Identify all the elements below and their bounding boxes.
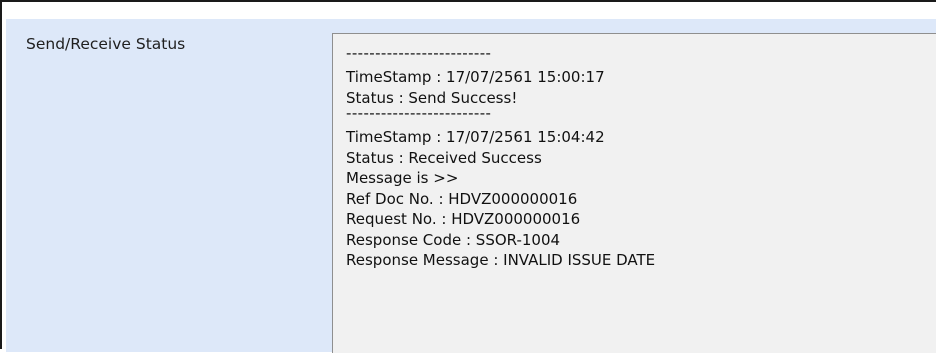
send-receive-status-label: Send/Receive Status [26, 35, 186, 53]
log-response-message: Response Message : INVALID ISSUE DATE [346, 251, 656, 269]
log-ref-doc-no: Ref Doc No. : HDVZ000000016 [346, 189, 578, 208]
log-separator: ------------------------- [346, 104, 492, 122]
status-panel: Send/Receive Status --------------------… [6, 18, 936, 353]
log-request-no: Request No. : HDVZ000000016 [346, 210, 581, 228]
log-timestamp: TimeStamp : 17/07/2561 15:04:42 [346, 128, 605, 146]
log-status: Status : Received Success [346, 148, 542, 167]
log-message-header: Message is >> [346, 169, 459, 187]
form-frame: Send/Receive Status --------------------… [0, 0, 936, 353]
send-receive-status-textbox[interactable]: ------------------------- TimeStamp : 17… [332, 33, 936, 353]
log-separator: ------------------------- [346, 44, 492, 62]
log-timestamp: TimeStamp : 17/07/2561 15:00:17 [346, 68, 605, 86]
log-response-code: Response Code : SSOR-1004 [346, 230, 561, 249]
